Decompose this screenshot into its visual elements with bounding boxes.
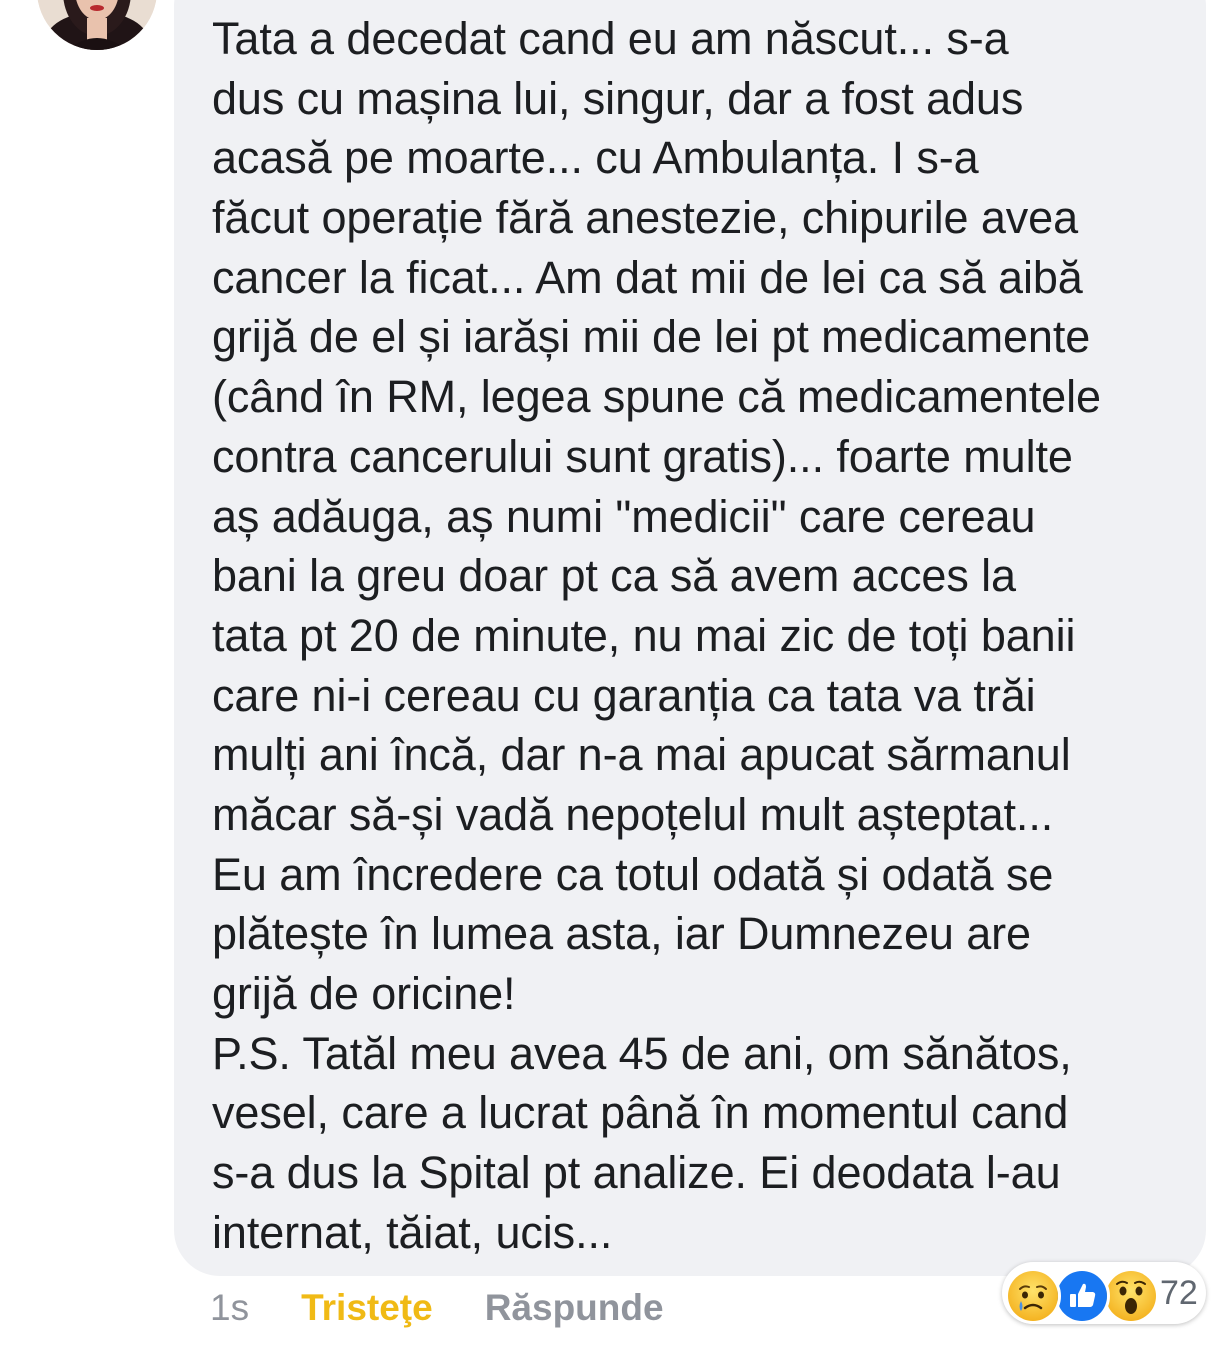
comment-line: care ni-i cereau cu garanția ca tata va … [212,669,1036,721]
comment-line: grijă de el și iarăși mii de lei pt medi… [212,311,1091,363]
comment-text: Tata a decedat cand eu am născut... s-a d… [212,9,1187,1262]
comment-line: s-a dus la Spital pt analize. Ei deodata… [212,1147,1061,1199]
reaction-count: 72 [1160,1274,1198,1312]
comment-line: mulți ani încă, dar n-a mai apucat sărma… [212,729,1071,781]
comment-line: contra cancerului sunt gratis)... foarte… [212,430,1073,482]
comment-actions: 1s Tristeţe Răspunde [210,1284,664,1332]
comment-line: bani la greu doar pt ca să avem acces la [212,550,1016,602]
wow-reaction-icon [1103,1268,1159,1324]
like-reaction-icon [1054,1268,1110,1324]
avatar[interactable] [37,0,157,50]
comment-line: Eu am încredere ca totul odată și odată … [212,848,1054,900]
reactions-summary[interactable]: 72 [1002,1262,1206,1324]
comment-line: cancer la ficat... Am dat mii de lei ca … [212,251,1083,303]
comment-line: grijă de oricine! [212,968,516,1019]
comment-line: acasă pe moarte... cu Ambulanța. I s-a [212,132,979,184]
reply-button[interactable]: Răspunde [485,1287,664,1329]
comment-line: dus cu mașina lui, singur, dar a fost ad… [212,72,1024,124]
comment-line: internat, tăiat, ucis... [212,1206,613,1258]
comment-line: P.S. Tatăl meu avea 45 de ani, om sănăto… [212,1027,1072,1079]
comment-line: măcar să-și vadă nepoțelul mult așteptat… [212,788,1054,840]
comment-line: aș adăuga, aș numi "medicii" care cereau [212,490,1036,542]
comment-line: Tata a decedat cand eu am născut... s-a [212,13,1009,64]
comment-line: tata pt 20 de minute, nu mai zic de toți… [212,609,1076,661]
comment-timestamp[interactable]: 1s [210,1287,249,1329]
comment-line: făcut operație fără anestezie, chipurile… [212,192,1079,244]
comment-line: vesel, care a lucrat până în momentul ca… [212,1087,1069,1139]
sad-reaction-icon [1005,1268,1061,1324]
comment-screen: Tata a decedat cand eu am născut... s-a d… [0,0,1211,1366]
comment-line: (când în RM, legea spune că medicamentel… [212,371,1101,423]
comment-line: plătește în lumea asta, iar Dumnezeu are [212,908,1031,960]
reaction-button[interactable]: Tristeţe [301,1287,433,1329]
